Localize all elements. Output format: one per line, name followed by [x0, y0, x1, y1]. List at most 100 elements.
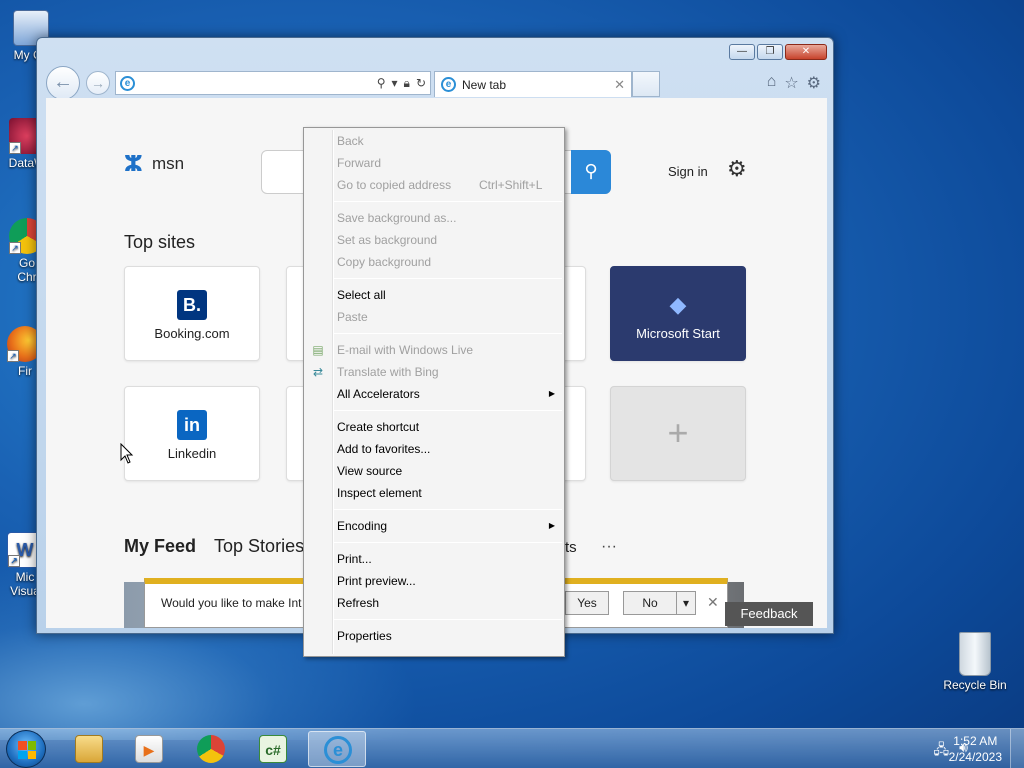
- menu-item-label: Properties: [337, 629, 392, 643]
- menu-item-copy-background[interactable]: Copy background: [304, 251, 564, 273]
- window-controls: — ❐ ✕: [729, 44, 827, 60]
- menu-item-save-background[interactable]: Save background as...: [304, 207, 564, 229]
- settings-gear-icon[interactable]: ⚙: [807, 73, 821, 93]
- taskbar-internet-explorer[interactable]: e: [308, 731, 366, 767]
- menu-item-shortcut: Ctrl+Shift+L: [479, 178, 543, 192]
- context-menu: Back Forward Go to copied address Ctrl+Sh…: [303, 127, 565, 657]
- menu-item-forward[interactable]: Forward: [304, 152, 564, 174]
- favorites-icon[interactable]: ☆: [784, 73, 798, 93]
- page-settings-gear-icon[interactable]: ⚙: [727, 156, 747, 182]
- menu-separator: [334, 278, 562, 279]
- tab-new-tab[interactable]: e New tab ✕: [434, 71, 632, 97]
- folder-icon: [75, 735, 103, 763]
- start-button[interactable]: [6, 730, 46, 768]
- recycle-bin-label: Recycle Bin: [943, 678, 1007, 692]
- submenu-arrow-icon: ▶: [548, 389, 555, 398]
- msn-logo[interactable]: ⵣ msn: [124, 151, 184, 177]
- new-tab-button[interactable]: [632, 71, 660, 97]
- menu-separator: [334, 619, 562, 620]
- menu-item-label: E-mail with Windows Live: [337, 343, 474, 357]
- network-icon[interactable]: 🖧︎: [934, 739, 950, 763]
- sign-in-link[interactable]: Sign in: [668, 164, 708, 179]
- menu-item-view-source[interactable]: View source: [304, 460, 564, 482]
- translate-icon: ⇄: [312, 365, 324, 379]
- close-notification-icon[interactable]: ✕: [707, 594, 719, 611]
- tab-my-feed[interactable]: My Feed: [124, 536, 196, 557]
- menu-item-label: Save background as...: [337, 211, 457, 225]
- menu-item-properties[interactable]: Properties: [304, 625, 564, 647]
- menu-item-all-accelerators[interactable]: All Accelerators ▶: [304, 383, 564, 405]
- close-button[interactable]: ✕: [785, 44, 827, 60]
- feedback-button[interactable]: Feedback: [725, 602, 813, 626]
- menu-item-label: Print...: [337, 552, 372, 566]
- menu-separator: [334, 333, 562, 334]
- no-dropdown-button[interactable]: ▾: [676, 591, 696, 615]
- yes-button[interactable]: Yes: [565, 591, 609, 615]
- menu-separator: [334, 542, 562, 543]
- media-player-icon: ▶: [135, 735, 163, 763]
- address-tools: ⚲ ▾ 🔒︎ ↻: [377, 76, 426, 91]
- menu-item-label: Paste: [337, 310, 368, 324]
- clock[interactable]: 1:52 AM 2/24/2023: [949, 733, 1002, 765]
- menu-item-back[interactable]: Back: [304, 130, 564, 152]
- menu-item-select-all[interactable]: Select all: [304, 284, 564, 306]
- close-tab-icon[interactable]: ✕: [614, 77, 625, 93]
- menu-item-label: Print preview...: [337, 574, 416, 588]
- lock-icon[interactable]: 🔒︎: [404, 76, 410, 91]
- taskbar-csharp[interactable]: c#: [244, 731, 302, 767]
- address-bar[interactable]: e ⚲ ▾ 🔒︎ ↻: [115, 71, 431, 95]
- desktop-icon-recycle-bin[interactable]: Recycle Bin: [939, 632, 1011, 692]
- shortcut-arrow-icon: ↗: [9, 242, 21, 254]
- taskbar-media-player[interactable]: ▶: [120, 731, 178, 767]
- home-icon[interactable]: ⌂: [767, 73, 777, 93]
- menu-item-go-to-copied-address[interactable]: Go to copied address Ctrl+Shift+L: [304, 174, 564, 196]
- taskbar-explorer[interactable]: [60, 731, 118, 767]
- taskbar-chrome[interactable]: [182, 731, 240, 767]
- tile-microsoft-start[interactable]: ◆ Microsoft Start: [610, 266, 746, 361]
- browser-tools: ⌂ ☆ ⚙: [767, 73, 821, 93]
- dropdown-icon[interactable]: ▾: [392, 76, 398, 91]
- menu-item-set-as-background[interactable]: Set as background: [304, 229, 564, 251]
- menu-item-email-windows-live[interactable]: ▤ E-mail with Windows Live: [304, 339, 564, 361]
- show-desktop-button[interactable]: [1010, 729, 1024, 768]
- back-button[interactable]: ←: [46, 66, 80, 100]
- msn-logo-text: msn: [152, 154, 185, 173]
- feed-tab-partial[interactable]: ts: [565, 539, 577, 556]
- ie-page-icon: e: [120, 75, 135, 91]
- menu-item-paste[interactable]: Paste: [304, 306, 564, 328]
- address-input[interactable]: [139, 73, 377, 93]
- menu-item-inspect-element[interactable]: Inspect element: [304, 482, 564, 504]
- search-icon: ⚲: [584, 161, 598, 181]
- menu-item-print[interactable]: Print...: [304, 548, 564, 570]
- menu-item-refresh[interactable]: Refresh: [304, 592, 564, 614]
- shortcut-arrow-icon: ↗: [9, 142, 21, 154]
- msn-butterfly-icon: ⵣ: [124, 151, 143, 176]
- tab-top-stories[interactable]: Top Stories: [214, 536, 304, 557]
- refresh-icon[interactable]: ↻: [416, 76, 426, 91]
- menu-item-add-to-favorites[interactable]: Add to favorites...: [304, 438, 564, 460]
- menu-item-label: Add to favorites...: [337, 442, 431, 456]
- menu-item-translate-bing[interactable]: ⇄ Translate with Bing: [304, 361, 564, 383]
- search-button[interactable]: ⚲: [571, 150, 611, 194]
- more-dots-icon[interactable]: ···: [601, 538, 617, 556]
- csharp-icon: c#: [259, 735, 287, 763]
- minimize-button[interactable]: —: [729, 44, 755, 60]
- menu-item-label: View source: [337, 464, 403, 478]
- tile-name: Microsoft Start: [636, 326, 720, 341]
- search-icon[interactable]: ⚲: [377, 76, 386, 91]
- menu-item-label: Encoding: [337, 519, 388, 533]
- menu-item-create-shortcut[interactable]: Create shortcut: [304, 416, 564, 438]
- no-button[interactable]: No: [623, 591, 677, 615]
- menu-separator: [334, 509, 562, 510]
- microsoft-start-logo-icon: ◆: [669, 292, 687, 317]
- menu-item-print-preview[interactable]: Print preview...: [304, 570, 564, 592]
- maximize-button[interactable]: ❐: [757, 44, 783, 60]
- menu-item-encoding[interactable]: Encoding ▶: [304, 515, 564, 537]
- tile-add-site[interactable]: +: [610, 386, 746, 481]
- email-icon: ▤: [312, 343, 324, 357]
- menu-item-label: Refresh: [337, 596, 380, 610]
- tile-booking[interactable]: B. Booking.com: [124, 266, 260, 361]
- tile-linkedin[interactable]: in Linkedin: [124, 386, 260, 481]
- menu-separator: [334, 201, 562, 202]
- forward-button[interactable]: →: [86, 71, 110, 95]
